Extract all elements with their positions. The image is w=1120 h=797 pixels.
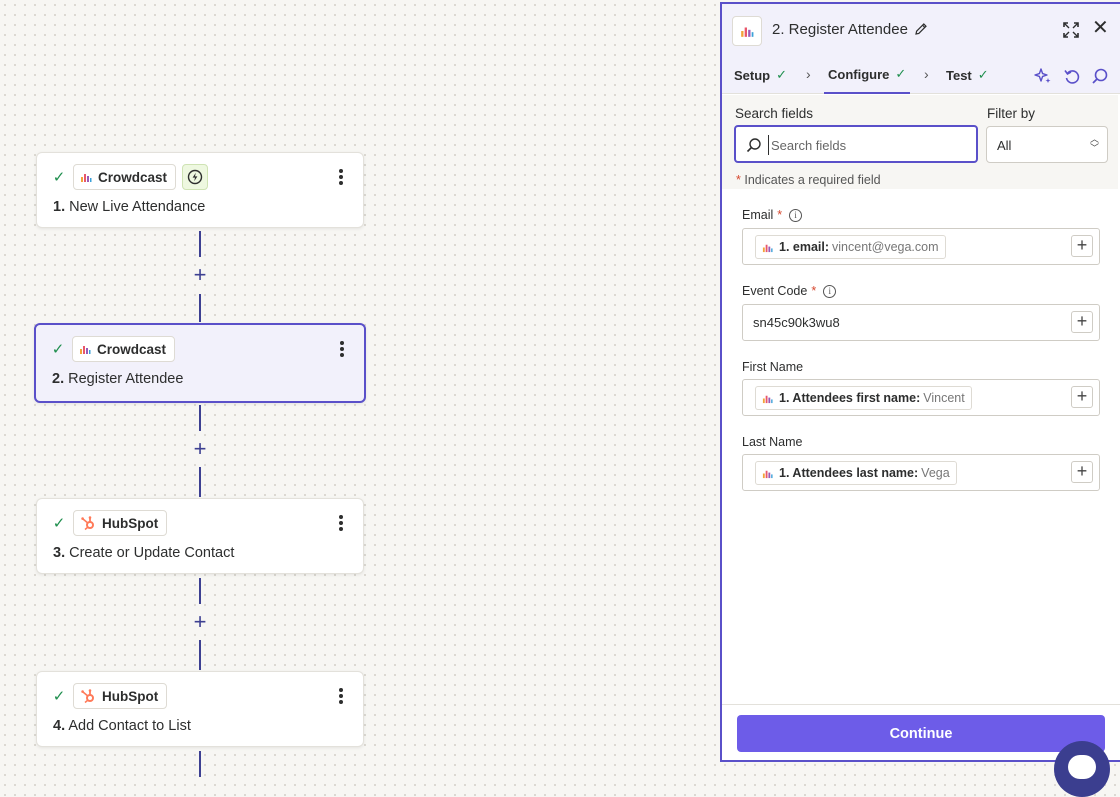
app-badge: HubSpot — [73, 510, 168, 536]
app-name: HubSpot — [102, 515, 159, 531]
connector-line — [199, 640, 201, 670]
undo-icon[interactable] — [1063, 67, 1081, 85]
tab-configure[interactable]: Configure ✓ — [824, 56, 911, 94]
footer-divider — [722, 704, 1120, 705]
app-badge: Crowdcast — [72, 336, 176, 362]
step-card-2[interactable]: ✓ Crowdcast 2. Register Attendee — [34, 323, 366, 403]
first-name-field[interactable]: 1. Attendees first name: Vincent + — [742, 379, 1100, 416]
filter-select[interactable]: All ︿ ﹀ — [986, 126, 1108, 163]
add-step-button[interactable]: + — [191, 438, 209, 460]
check-icon: ✓ — [52, 169, 66, 186]
step-title: 3. Create or Update Contact — [53, 545, 235, 561]
crowdcast-logo — [762, 395, 773, 403]
mapped-value-pill[interactable]: 1. email: vincent@vega.com — [755, 235, 946, 259]
mapped-value-pill[interactable]: 1. Attendees last name: Vega — [755, 461, 957, 485]
step-title: 2. Register Attendee — [52, 371, 184, 387]
expand-icon[interactable] — [1062, 21, 1080, 39]
field-label-email: Email * i — [742, 208, 803, 222]
add-step-button[interactable]: + — [191, 264, 209, 286]
mapped-value-pill[interactable]: 1. Attendees first name: Vincent — [755, 386, 972, 410]
step-title: 1. New Live Attendance — [53, 199, 206, 215]
connector-line — [199, 231, 201, 257]
kebab-icon[interactable] — [333, 167, 349, 187]
kebab-icon[interactable] — [333, 686, 349, 706]
connector-line — [199, 467, 201, 497]
insert-data-button[interactable]: + — [1071, 386, 1093, 408]
info-icon[interactable]: i — [823, 284, 837, 298]
step-title: 4. Add Contact to List — [53, 718, 191, 734]
kebab-icon[interactable] — [333, 513, 349, 533]
required-note: * Indicates a required field — [736, 173, 881, 187]
crowdcast-logo — [80, 346, 91, 354]
field-label-event-code: Event Code * i — [742, 284, 837, 298]
app-name: Crowdcast — [97, 341, 167, 357]
hubspot-logo — [81, 516, 94, 531]
check-icon: ✓ — [51, 341, 65, 358]
app-badge: Crowdcast — [73, 164, 177, 190]
crowdcast-logo — [762, 470, 773, 478]
chevron-right-icon: › — [924, 66, 929, 82]
lightning-icon — [187, 169, 203, 185]
chevron-up-down-icon: ︿ ﹀ — [1089, 134, 1099, 153]
connector-line — [199, 405, 201, 431]
chevron-right-icon: › — [806, 66, 811, 82]
step-card-1[interactable]: ✓ Crowdcast 1. New Live Attendance — [36, 152, 364, 228]
check-icon: ✓ — [52, 688, 66, 705]
tab-label: Test — [946, 67, 972, 83]
tab-label: Setup — [734, 67, 771, 83]
sparkle-icon[interactable] — [1034, 67, 1052, 85]
tab-test[interactable]: Test ✓ — [946, 56, 989, 94]
close-icon[interactable]: ✕ — [1092, 18, 1109, 38]
connector-line — [199, 578, 201, 604]
search-icon — [746, 138, 761, 153]
field-label-last-name: Last Name — [742, 435, 803, 449]
check-icon: ✓ — [977, 67, 989, 82]
check-icon: ✓ — [776, 67, 788, 82]
field-search-area: Search fields Filter by All ︿﹀ * Indicat… — [722, 95, 1118, 189]
last-name-field[interactable]: 1. Attendees last name: Vega + — [742, 454, 1100, 491]
search-icon[interactable] — [1091, 67, 1109, 85]
connector-line — [199, 751, 201, 777]
insert-data-button[interactable]: + — [1071, 461, 1093, 483]
tab-setup[interactable]: Setup ✓ — [734, 56, 787, 94]
pencil-icon[interactable] — [914, 22, 928, 36]
kebab-icon[interactable] — [334, 339, 350, 359]
insert-data-button[interactable]: + — [1071, 235, 1093, 257]
connector-line — [199, 294, 201, 322]
crowdcast-logo — [81, 174, 92, 182]
info-icon[interactable]: i — [789, 208, 803, 222]
email-field[interactable]: 1. email: vincent@vega.com + — [742, 228, 1100, 265]
hubspot-logo — [81, 689, 94, 704]
config-tabs: Setup ✓ › Configure ✓ › Test ✓ — [722, 56, 1120, 94]
filter-value: All — [997, 138, 1012, 153]
search-input[interactable] — [768, 135, 968, 155]
field-value: sn45c90k3wu8 — [753, 315, 840, 330]
event-code-field[interactable]: sn45c90k3wu8 + — [742, 304, 1100, 341]
panel-title: 2. Register Attendee — [772, 21, 908, 38]
search-field-box — [734, 125, 978, 163]
field-label-first-name: First Name — [742, 360, 804, 374]
app-badge: HubSpot — [73, 683, 168, 709]
add-step-button[interactable]: + — [191, 611, 209, 633]
crowdcast-logo — [741, 27, 754, 37]
help-chat-icon[interactable] — [1054, 741, 1110, 797]
check-icon: ✓ — [895, 66, 907, 81]
filter-label: Filter by — [987, 106, 1036, 121]
check-icon: ✓ — [52, 515, 66, 532]
panel-header: 2. Register Attendee ✕ — [722, 4, 1120, 56]
app-name: HubSpot — [102, 688, 159, 704]
app-name: Crowdcast — [98, 169, 168, 185]
search-label: Search fields — [735, 106, 814, 121]
crowdcast-logo — [762, 244, 773, 252]
step-config-panel: 2. Register Attendee ✕ Setup ✓ › Configu… — [720, 2, 1120, 762]
continue-button[interactable]: Continue — [737, 715, 1105, 752]
step-card-3[interactable]: ✓ HubSpot 3. Create or Update Contact — [36, 498, 364, 574]
tab-label: Configure — [828, 66, 890, 82]
insert-data-button[interactable]: + — [1071, 311, 1093, 333]
step-card-4[interactable]: ✓ HubSpot 4. Add Contact to List — [36, 671, 364, 747]
trigger-badge — [182, 164, 209, 190]
app-logo — [732, 16, 762, 46]
